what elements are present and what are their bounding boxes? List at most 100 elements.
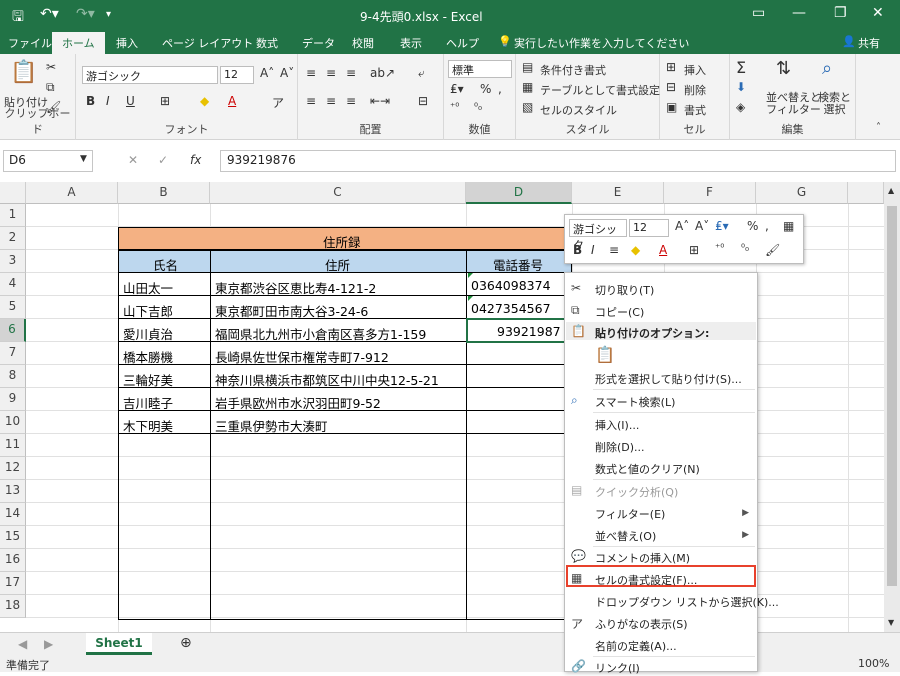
tab-view[interactable]: 表示	[400, 35, 422, 51]
mini-center-icon[interactable]: ≡	[609, 243, 619, 257]
cell-address[interactable]: 長崎県佐世保市権常寺町7-912	[212, 344, 392, 369]
mini-shrink-font-icon[interactable]: A˅	[695, 219, 709, 233]
ribbon-display-icon[interactable]: ▭	[752, 5, 765, 21]
sort-filter-button[interactable]: 並べ替えと フィルター	[766, 92, 821, 116]
row-header[interactable]: 16	[0, 549, 26, 572]
tab-page-layout[interactable]: ページ レイアウト	[162, 35, 253, 51]
phonetic-icon[interactable]: ア	[272, 94, 284, 111]
row-header[interactable]: 3	[0, 250, 26, 273]
mini-bold-icon[interactable]: B	[573, 243, 582, 257]
find-icon[interactable]: ⌕	[822, 58, 832, 79]
format-table-button[interactable]: テーブルとして書式設定	[540, 82, 660, 98]
tab-file[interactable]: ファイル	[8, 35, 52, 51]
tab-formulas[interactable]: 数式	[256, 35, 278, 51]
menu-smart-lookup[interactable]: スマート検索(L)	[595, 394, 675, 410]
align-center-icon[interactable]: ≡	[326, 94, 336, 108]
decrease-decimal-icon[interactable]: ⁰₀	[474, 102, 482, 113]
conditional-format-button[interactable]: 条件付き書式	[540, 62, 606, 78]
sort-filter-icon[interactable]: ⇅	[776, 58, 791, 79]
cell-name[interactable]: 山田太一	[120, 275, 176, 300]
next-sheet-icon[interactable]: ▶	[44, 637, 53, 651]
zoom-level[interactable]: 100%	[858, 657, 889, 670]
menu-copy[interactable]: コピー(C)	[595, 304, 644, 320]
row-header[interactable]: 7	[0, 342, 26, 365]
mini-border-icon[interactable]: ⊞	[689, 243, 699, 257]
select-all-corner[interactable]	[0, 182, 26, 204]
cell-styles-icon[interactable]: ▧	[522, 100, 533, 114]
menu-dropdown-list[interactable]: ドロップダウン リストから選択(K)...	[595, 594, 779, 610]
name-box-dropdown-icon[interactable]: ▼	[80, 154, 87, 164]
mini-accounting-icon[interactable]: ₤▾	[715, 219, 729, 233]
tab-data[interactable]: データ	[302, 35, 335, 51]
close-icon[interactable]: ✕	[872, 5, 884, 21]
align-middle-icon[interactable]: ≡	[326, 66, 336, 80]
column-header[interactable]: G	[756, 182, 848, 204]
format-table-icon[interactable]: ▦	[522, 80, 533, 94]
sheet-tab[interactable]: Sheet1	[86, 633, 152, 655]
row-header[interactable]: 4	[0, 273, 26, 296]
percent-icon[interactable]: %	[480, 82, 491, 96]
mini-format-table-icon[interactable]: ▦	[783, 219, 794, 233]
share-button[interactable]: 共有	[858, 35, 880, 51]
row-header[interactable]: 10	[0, 411, 26, 434]
column-header[interactable]: B	[118, 182, 210, 204]
column-header[interactable]: A	[26, 182, 118, 204]
number-format-combo[interactable]: 標準	[448, 60, 512, 78]
shrink-font-icon[interactable]: A˅	[280, 66, 294, 80]
cell-address[interactable]: 東京都町田市南大谷3-24-6	[212, 298, 371, 323]
cell-address[interactable]: 福岡県北九州市小倉南区喜多方1-159	[212, 321, 429, 346]
cell-address[interactable]: 神奈川県横浜市都筑区中川中央12-5-21	[212, 367, 442, 392]
cell-name[interactable]: 三輪好美	[120, 367, 176, 392]
conditional-format-icon[interactable]: ▤	[522, 60, 533, 74]
insert-function-icon[interactable]: fx	[190, 153, 201, 167]
cell-name[interactable]: 吉川睦子	[120, 390, 176, 415]
row-header[interactable]: 8	[0, 365, 26, 388]
vertical-scrollbar[interactable]: ▲ ▼	[884, 182, 900, 632]
font-name-combo[interactable]: 游ゴシック	[82, 66, 218, 84]
mini-fill-icon[interactable]: ◆	[631, 243, 640, 257]
restore-icon[interactable]: ❐	[834, 5, 847, 21]
cut-icon[interactable]: ✂	[46, 60, 56, 74]
delete-cells-icon[interactable]: ⊟	[666, 80, 676, 94]
row-header[interactable]: 18	[0, 595, 26, 618]
cell-address[interactable]: 岩手県欧州市水沢羽田町9-52	[212, 390, 384, 415]
cancel-icon[interactable]: ✕	[128, 153, 138, 167]
insert-cells-button[interactable]: 挿入	[684, 62, 706, 78]
clear-icon[interactable]: ◈	[736, 100, 745, 114]
comma-icon[interactable]: ,	[498, 82, 502, 96]
paste-keep-format-icon[interactable]: 📋	[595, 345, 615, 364]
column-header[interactable]	[848, 182, 884, 204]
header-name[interactable]: 氏名	[150, 252, 181, 277]
enter-icon[interactable]: ✓	[158, 153, 168, 167]
orientation-icon[interactable]: ab↗	[370, 66, 395, 80]
row-header[interactable]: 13	[0, 480, 26, 503]
collapse-ribbon-icon[interactable]: ˄	[876, 122, 881, 133]
cell-address[interactable]: 三重県伊勢市大湊町	[212, 413, 331, 438]
tab-review[interactable]: 校閲	[352, 35, 374, 51]
column-header[interactable]: E	[572, 182, 664, 204]
increase-decimal-icon[interactable]: ⁺⁰	[450, 102, 459, 113]
accounting-icon[interactable]: ₤▾	[450, 82, 464, 96]
italic-icon[interactable]: I	[106, 94, 110, 108]
column-header[interactable]: F	[664, 182, 756, 204]
mini-font-size[interactable]: 12	[629, 219, 669, 237]
row-header-selected[interactable]: 6	[0, 319, 26, 342]
underline-icon[interactable]: U	[126, 94, 135, 108]
header-address[interactable]: 住所	[322, 252, 353, 277]
mini-font-name[interactable]: 游ゴシック	[569, 219, 627, 252]
grow-font-icon[interactable]: A˄	[260, 66, 274, 80]
menu-delete[interactable]: 削除(D)...	[595, 439, 645, 455]
tab-help[interactable]: ヘルプ	[446, 35, 479, 51]
align-right-icon[interactable]: ≡	[346, 94, 356, 108]
delete-cells-button[interactable]: 削除	[684, 82, 706, 98]
menu-cut[interactable]: 切り取り(T)	[595, 282, 654, 298]
tell-me-icon[interactable]: 💡	[498, 35, 512, 48]
menu-format-cells[interactable]: セルの書式設定(F)...	[595, 572, 697, 588]
tell-me-box[interactable]: 実行したい作業を入力してください	[514, 35, 689, 51]
formula-input[interactable]: 939219876	[220, 150, 896, 172]
mini-decrease-decimal-icon[interactable]: ⁰₀	[741, 243, 749, 254]
cell-name[interactable]: 木下明美	[120, 413, 176, 438]
scroll-down-icon[interactable]: ▼	[888, 618, 894, 627]
menu-insert[interactable]: 挿入(I)...	[595, 417, 639, 433]
share-icon[interactable]: 👤	[842, 35, 856, 48]
